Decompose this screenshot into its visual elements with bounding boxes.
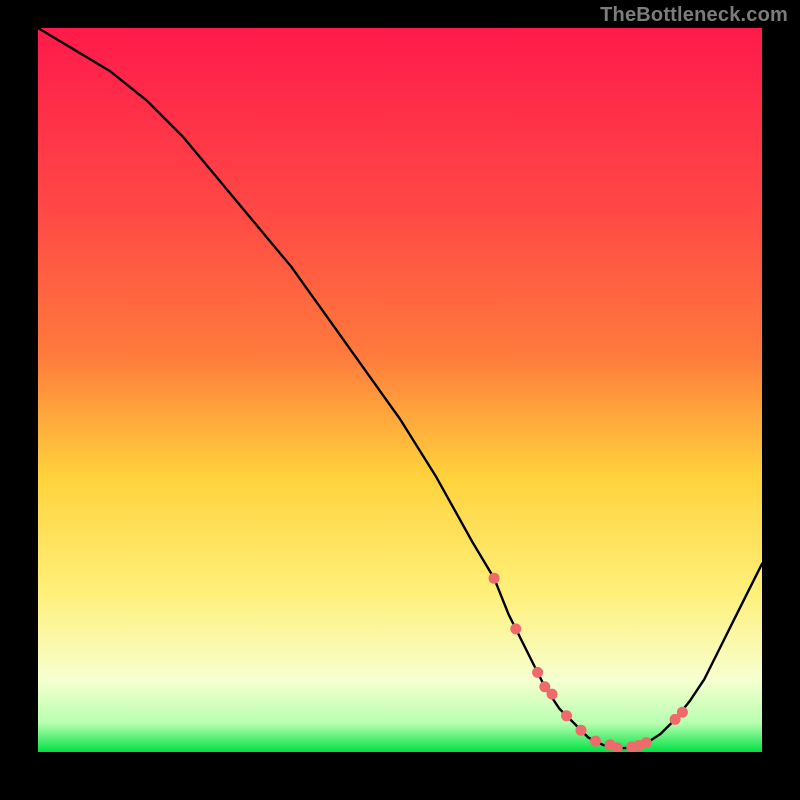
watermark-text: TheBottleneck.com [600, 4, 788, 27]
chart-plot [38, 28, 762, 752]
valley-dot [576, 725, 587, 736]
chart-frame: TheBottleneck.com [0, 0, 800, 800]
valley-dot [510, 623, 521, 634]
valley-dot [489, 573, 500, 584]
valley-dot [677, 707, 688, 718]
valley-dot [532, 667, 543, 678]
valley-dot [590, 736, 601, 747]
valley-dot [641, 737, 652, 748]
gradient-bg [38, 28, 762, 752]
valley-dot [561, 710, 572, 721]
valley-dot [547, 689, 558, 700]
